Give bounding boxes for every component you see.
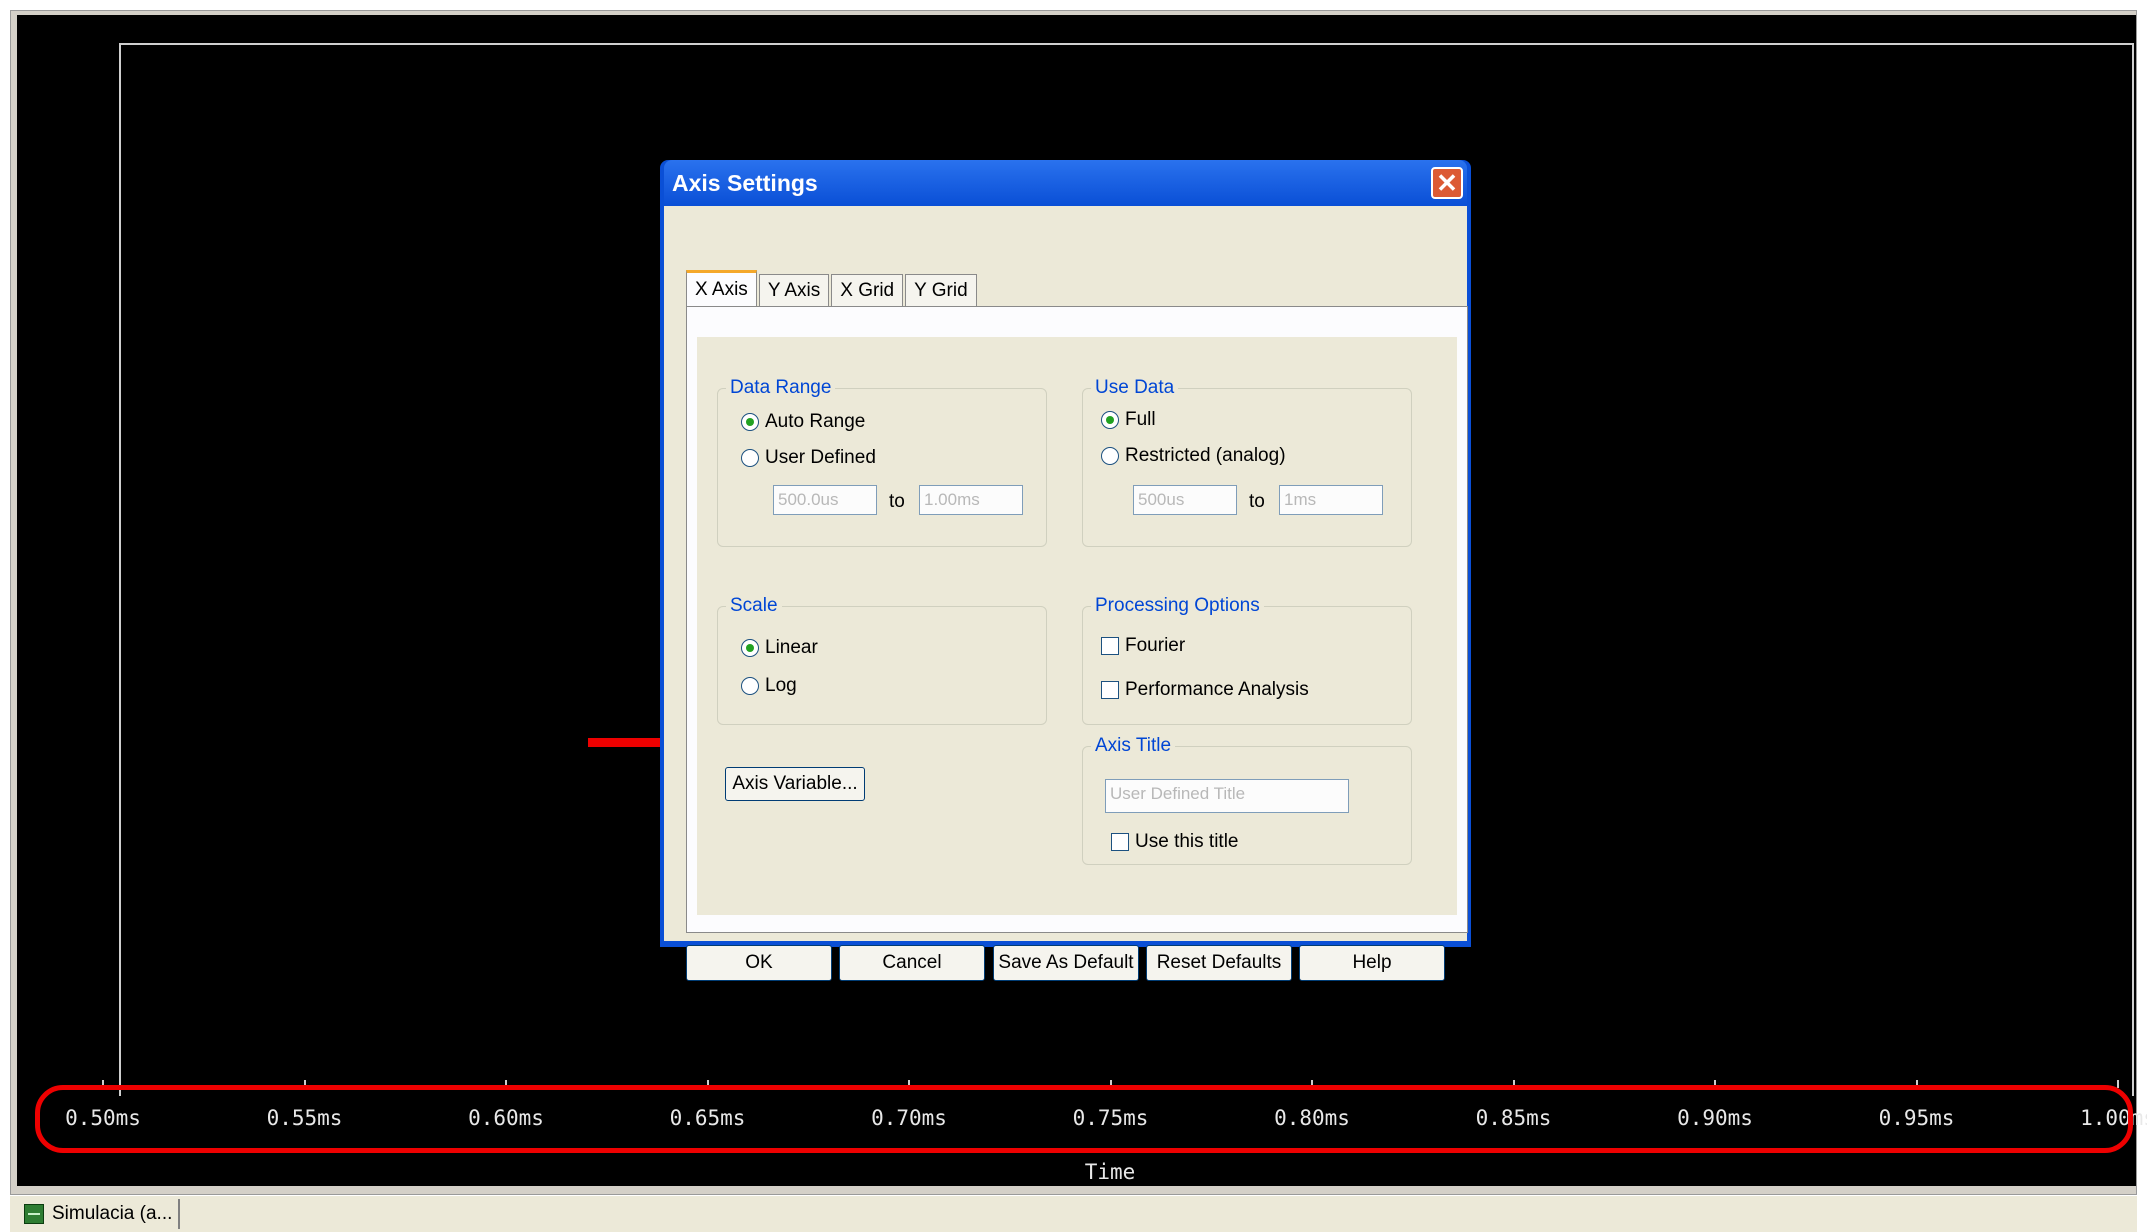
processing-options-group: Processing Options xyxy=(1082,595,1412,725)
data-range-from-field[interactable]: 500.0us xyxy=(773,485,877,515)
data-range-legend: Data Range xyxy=(730,377,832,398)
user-defined-radio[interactable] xyxy=(741,449,759,467)
performance-analysis-checkbox[interactable] xyxy=(1101,681,1119,699)
auto-range-option[interactable]: Auto Range xyxy=(741,411,865,433)
use-data-from-field[interactable]: 500us xyxy=(1133,485,1237,515)
log-label: Log xyxy=(765,675,797,696)
use-this-title-option[interactable]: Use this title xyxy=(1111,831,1238,853)
axis-highlight-annotation xyxy=(35,1085,2133,1153)
linear-radio[interactable] xyxy=(741,639,759,657)
scale-legend: Scale xyxy=(730,595,778,616)
performance-analysis-label: Performance Analysis xyxy=(1125,679,1309,700)
restricted-label: Restricted (analog) xyxy=(1125,445,1286,466)
processing-options-legend: Processing Options xyxy=(1095,595,1260,616)
axis-variable-button[interactable]: Axis Variable... xyxy=(725,767,865,801)
x-axis-title: Time xyxy=(1084,1160,1136,1184)
data-range-to-label: to xyxy=(889,491,905,512)
linear-label: Linear xyxy=(765,637,818,658)
fourier-option[interactable]: Fourier xyxy=(1101,635,1185,657)
ok-button[interactable]: OK xyxy=(686,945,832,981)
auto-range-radio[interactable] xyxy=(741,413,759,431)
task-button-simulacia[interactable]: Simulacia (a... xyxy=(16,1199,180,1229)
tab-x-grid[interactable]: X Grid xyxy=(831,274,904,306)
use-data-to-label: to xyxy=(1249,491,1265,512)
use-this-title-label: Use this title xyxy=(1135,831,1239,852)
reset-defaults-button[interactable]: Reset Defaults xyxy=(1146,945,1292,981)
tab-strip: X Axis Y Axis X Grid Y Grid xyxy=(686,270,979,306)
dialog-body: X Axis Y Axis X Grid Y Grid Data Range A… xyxy=(664,206,1468,981)
dialog-title: Axis Settings xyxy=(672,169,818,196)
close-icon: ✕ xyxy=(1436,168,1458,198)
tab-x-axis[interactable]: X Axis xyxy=(686,270,757,306)
log-radio[interactable] xyxy=(741,677,759,695)
axis-title-field[interactable]: User Defined Title xyxy=(1105,779,1349,813)
task-button-label: Simulacia (a... xyxy=(52,1203,173,1224)
fourier-label: Fourier xyxy=(1125,635,1186,656)
log-option[interactable]: Log xyxy=(741,675,797,697)
cancel-button[interactable]: Cancel xyxy=(839,945,985,981)
restricted-radio[interactable] xyxy=(1101,447,1119,465)
tab-panel-x-axis: Data Range Auto Range User Defined 500.0… xyxy=(686,306,1468,933)
help-button[interactable]: Help xyxy=(1299,945,1445,981)
axis-title-legend: Axis Title xyxy=(1095,735,1172,756)
full-label: Full xyxy=(1125,409,1156,430)
use-data-legend: Use Data xyxy=(1095,377,1175,398)
linear-option[interactable]: Linear xyxy=(741,637,818,659)
auto-range-label: Auto Range xyxy=(765,411,866,432)
use-this-title-checkbox[interactable] xyxy=(1111,833,1129,851)
probe-app-icon xyxy=(24,1204,44,1224)
tab-y-grid[interactable]: Y Grid xyxy=(905,274,977,306)
restricted-option[interactable]: Restricted (analog) xyxy=(1101,445,1286,467)
axis-settings-dialog: Axis Settings ✕ X Axis Y Axis X Grid Y G… xyxy=(660,160,1471,981)
use-data-to-field[interactable]: 1ms xyxy=(1279,485,1383,515)
data-range-to-field[interactable]: 1.00ms xyxy=(919,485,1023,515)
x-tick-mark xyxy=(2117,1080,2119,1088)
user-defined-label: User Defined xyxy=(765,447,876,468)
tab-y-axis[interactable]: Y Axis xyxy=(758,274,830,306)
tab-panel-content: Data Range Auto Range User Defined 500.0… xyxy=(697,337,1457,915)
save-as-default-button[interactable]: Save As Default xyxy=(993,945,1139,981)
dialog-titlebar: Axis Settings ✕ xyxy=(664,160,1467,206)
performance-analysis-option[interactable]: Performance Analysis xyxy=(1101,679,1309,701)
full-option[interactable]: Full xyxy=(1101,409,1156,431)
fourier-checkbox[interactable] xyxy=(1101,637,1119,655)
close-button[interactable]: ✕ xyxy=(1431,167,1463,199)
scale-group: Scale xyxy=(717,595,1047,725)
taskbar: Simulacia (a... xyxy=(10,1195,2137,1232)
user-defined-option[interactable]: User Defined xyxy=(741,447,876,469)
full-radio[interactable] xyxy=(1101,411,1119,429)
